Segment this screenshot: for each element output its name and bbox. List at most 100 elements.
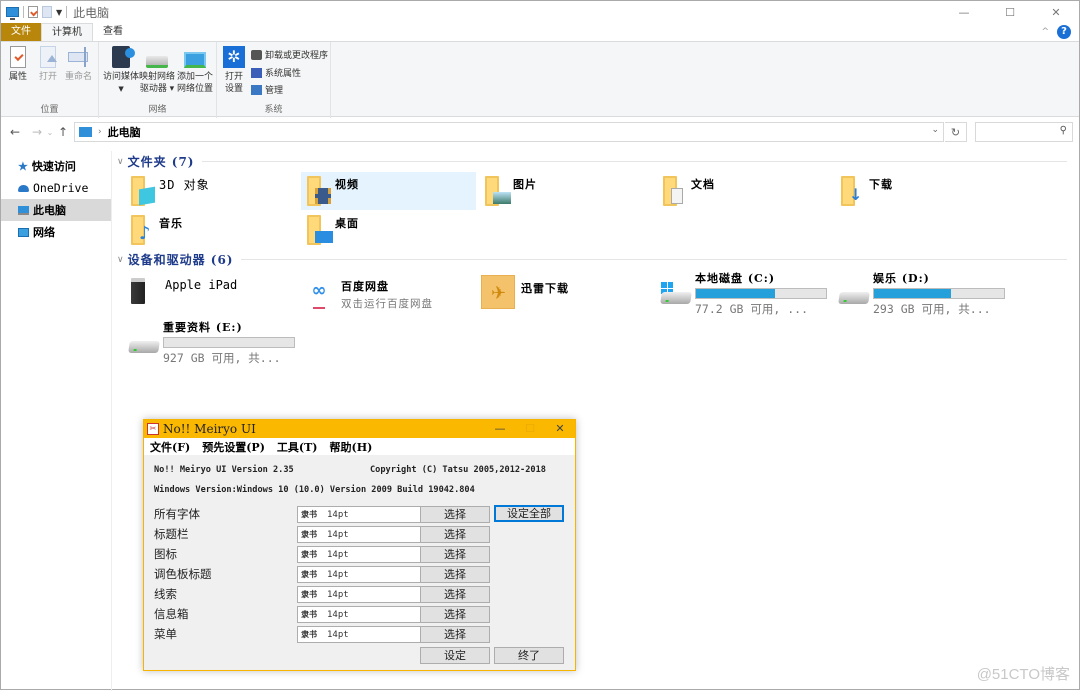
address-bar[interactable]: › 此电脑 ⌄ bbox=[74, 122, 944, 142]
minimize-button[interactable]: — bbox=[941, 1, 987, 23]
drive-usage-bar bbox=[873, 288, 1005, 299]
maximize-button[interactable]: ☐ bbox=[987, 1, 1033, 23]
hard-drive-icon bbox=[837, 270, 873, 320]
new-folder-quick-icon[interactable] bbox=[42, 6, 52, 18]
up-button[interactable]: ↑ bbox=[55, 125, 71, 139]
divider bbox=[66, 6, 68, 18]
rename-button[interactable]: 重命名 bbox=[65, 46, 92, 83]
breadcrumb-separator[interactable]: › bbox=[98, 127, 102, 137]
star-icon: ★ bbox=[18, 159, 28, 173]
select-font-button[interactable]: 选择 bbox=[420, 606, 490, 623]
drive-d[interactable]: 娱乐 (D:) 293 GB 可用, 共... bbox=[837, 270, 1012, 320]
exit-button[interactable]: 终了 bbox=[494, 647, 564, 664]
computer-icon bbox=[79, 127, 92, 137]
dialog-close-button[interactable]: ✕ bbox=[545, 420, 575, 438]
select-font-button[interactable]: 选择 bbox=[420, 546, 490, 563]
watermark: @51CTO博客 bbox=[976, 666, 1070, 683]
gear-icon: ✲ bbox=[223, 46, 245, 68]
divider bbox=[241, 259, 1067, 260]
font-value-field[interactable]: 隶书 14pt bbox=[297, 546, 425, 563]
cloud-icon bbox=[18, 184, 29, 192]
apply-button[interactable]: 设定 bbox=[420, 647, 490, 664]
font-value-field[interactable]: 隶书 14pt bbox=[297, 526, 425, 543]
tab-file[interactable]: 文件 bbox=[1, 23, 41, 41]
uninstall-program-button[interactable]: 卸载或更改程序 bbox=[251, 48, 328, 61]
select-font-button[interactable]: 选择 bbox=[420, 526, 490, 543]
open-button[interactable]: 打开 bbox=[39, 46, 57, 83]
windows-drive-icon bbox=[659, 270, 695, 320]
font-size: 14pt bbox=[327, 570, 349, 580]
drive-c[interactable]: 本地磁盘 (C:) 77.2 GB 可用, ... bbox=[659, 270, 834, 320]
menu-presets[interactable]: 预先设置(P) bbox=[202, 439, 265, 455]
folder-videos[interactable]: 视频 bbox=[301, 172, 476, 210]
properties-button[interactable]: 属性 bbox=[9, 46, 27, 83]
system-properties-button[interactable]: 系统属性 bbox=[251, 66, 301, 79]
close-button[interactable]: ✕ bbox=[1033, 1, 1079, 23]
folder-desktop[interactable]: 桌面 bbox=[301, 211, 476, 249]
access-media-button[interactable]: 访问媒体 ▼ bbox=[103, 46, 139, 95]
manage-button[interactable]: 管理 bbox=[251, 83, 283, 96]
forward-button[interactable]: → bbox=[29, 125, 45, 139]
font-size: 14pt bbox=[327, 610, 349, 620]
drive-usage-fill bbox=[696, 289, 776, 298]
breadcrumb-this-pc[interactable]: 此电脑 bbox=[108, 124, 141, 140]
version-text: No!! Meiryo UI Version 2.35 bbox=[154, 465, 294, 475]
font-value-field[interactable]: 隶书 14pt bbox=[297, 626, 425, 643]
window-title: 此电脑 bbox=[73, 5, 110, 20]
device-baidu-netdisk[interactable]: ∞ 百度网盘 双击运行百度网盘 bbox=[305, 278, 475, 314]
collapse-ribbon-button[interactable]: ^ bbox=[1041, 27, 1049, 37]
folder-music[interactable]: ♪ 音乐 bbox=[125, 211, 300, 249]
folder-downloads[interactable]: ↓ 下载 bbox=[835, 172, 1010, 210]
sidebar-item-this-pc[interactable]: 此电脑 bbox=[1, 199, 111, 221]
desktop-icon bbox=[307, 215, 333, 245]
search-input[interactable]: ⚲ bbox=[975, 122, 1073, 142]
menu-tools[interactable]: 工具(T) bbox=[277, 439, 318, 455]
font-name: 隶书 bbox=[301, 529, 317, 539]
add-network-location-button[interactable]: 添加一个 网络位置 bbox=[177, 46, 213, 95]
dialog-title-bar: ✂ No!! Meiryo UI — ☐ ✕ bbox=[144, 420, 575, 438]
drive-e[interactable]: 重要资料 (E:) 927 GB 可用, 共... bbox=[127, 319, 302, 369]
device-apple-ipad[interactable]: Apple iPad bbox=[129, 278, 299, 314]
open-settings-button[interactable]: ✲ 打开 设置 bbox=[223, 46, 245, 95]
refresh-button[interactable]: ↻ bbox=[945, 122, 967, 142]
set-all-button[interactable]: 设定全部 bbox=[494, 505, 564, 522]
font-value-field[interactable]: 隶书 14pt bbox=[297, 566, 425, 583]
windows-version-text: Windows Version:Windows 10 (10.0) Versio… bbox=[154, 485, 475, 495]
font-value-field[interactable]: 隶书 14pt bbox=[297, 586, 425, 603]
navigation-pane: ★ 快速访问 OneDrive 此电脑 网络 bbox=[1, 151, 112, 691]
font-setting-label: 标题栏 bbox=[154, 527, 189, 541]
folder-documents[interactable]: 文档 bbox=[657, 172, 832, 210]
portable-device-icon bbox=[129, 278, 165, 314]
folder-pictures[interactable]: 图片 bbox=[479, 172, 654, 210]
customize-toolbar-dropdown-icon[interactable]: ▼ bbox=[56, 8, 62, 17]
menu-file[interactable]: 文件(F) bbox=[150, 439, 190, 455]
tab-view[interactable]: 查看 bbox=[93, 23, 133, 41]
dialog-minimize-button[interactable]: — bbox=[485, 420, 515, 438]
section-header-folders[interactable]: ∨ 文件夹 (7) bbox=[117, 153, 1067, 170]
back-button[interactable]: ← bbox=[7, 125, 23, 139]
map-network-drive-button[interactable]: 映射网络 驱动器 ▾ bbox=[139, 46, 175, 95]
device-xunlei[interactable]: ✈ 迅雷下载 bbox=[481, 275, 651, 311]
address-dropdown-icon[interactable]: ⌄ bbox=[931, 125, 939, 135]
select-font-button[interactable]: 选择 bbox=[420, 626, 490, 643]
dialog-maximize-button[interactable]: ☐ bbox=[515, 420, 545, 438]
properties-quick-icon[interactable] bbox=[28, 6, 38, 18]
sidebar-item-quick-access[interactable]: ★ 快速访问 bbox=[1, 155, 111, 177]
dialog-menu-bar: 文件(F) 预先设置(P) 工具(T) 帮助(H) bbox=[144, 438, 575, 455]
section-header-devices[interactable]: ∨ 设备和驱动器 (6) bbox=[117, 251, 1067, 268]
sidebar-item-network[interactable]: 网络 bbox=[1, 221, 111, 243]
font-value-field[interactable]: 隶书 14pt bbox=[297, 506, 425, 523]
folder-3d-objects[interactable]: 3D 对象 bbox=[125, 172, 300, 210]
chevron-down-icon: ∨ bbox=[117, 254, 124, 265]
font-value-field[interactable]: 隶书 14pt bbox=[297, 606, 425, 623]
select-font-button[interactable]: 选择 bbox=[420, 586, 490, 603]
sidebar-item-onedrive[interactable]: OneDrive bbox=[1, 177, 111, 199]
select-font-button[interactable]: 选择 bbox=[420, 566, 490, 583]
tab-computer[interactable]: 计算机 bbox=[41, 23, 93, 41]
font-name: 隶书 bbox=[301, 609, 317, 619]
select-font-button[interactable]: 选择 bbox=[420, 506, 490, 523]
chevron-down-icon: ∨ bbox=[117, 156, 124, 167]
recent-locations-button[interactable]: ⌄ bbox=[45, 128, 55, 137]
help-icon[interactable]: ? bbox=[1057, 25, 1071, 39]
menu-help[interactable]: 帮助(H) bbox=[330, 439, 373, 455]
